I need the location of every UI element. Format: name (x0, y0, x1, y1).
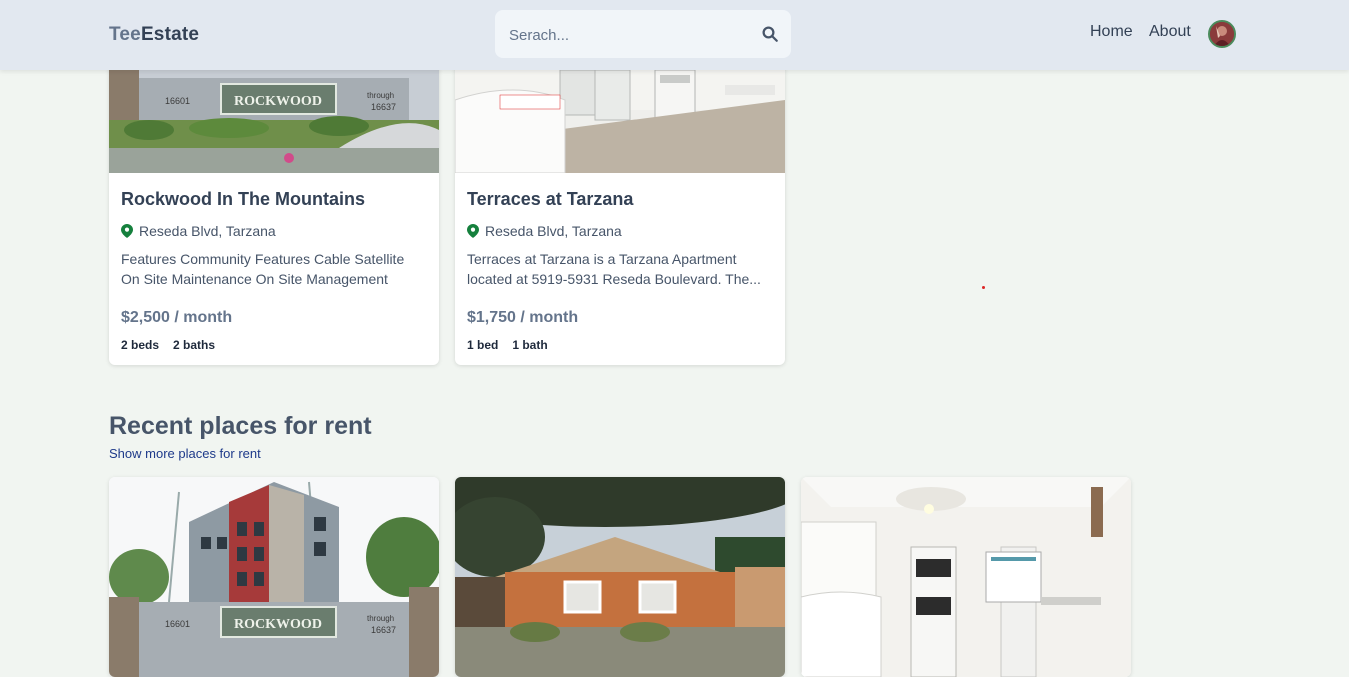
logo-part-1: Tee (109, 24, 141, 45)
svg-text:ROCKWOOD: ROCKWOOD (234, 617, 322, 632)
site-logo[interactable]: TeeEstate (109, 24, 199, 46)
show-more-recent-link[interactable]: Show more places for rent (109, 446, 261, 461)
listing-features: 2 beds 2 baths (121, 338, 215, 352)
listing-address: Reseda Blvd, Tarzana (121, 223, 276, 239)
listing-card[interactable]: Terraces at Tarzana Reseda Blvd, Tarzana… (455, 40, 785, 365)
location-pin-icon (467, 224, 479, 238)
svg-text:through: through (367, 614, 394, 623)
listing-price: $1,750 / month (467, 309, 579, 326)
search-icon[interactable] (761, 25, 779, 43)
listing-card[interactable]: ROCKWOOD 16601 through 16637 Rockwood In… (109, 40, 439, 365)
listing-beds: 1 bed (467, 338, 499, 352)
listing-address-text: Reseda Blvd, Tarzana (485, 223, 622, 239)
listing-title[interactable]: Terraces at Tarzana (467, 189, 633, 210)
listing-description: Terraces at Tarzana is a Tarzana Apartme… (467, 251, 761, 287)
svg-text:16637: 16637 (371, 102, 396, 112)
search-box (495, 10, 791, 58)
top-navbar: TeeEstate Home About (0, 0, 1349, 70)
listing-price: $2,500 / month (121, 309, 233, 326)
listing-baths: 2 baths (173, 338, 216, 352)
marker-dot (982, 286, 985, 289)
listing-card[interactable]: ROCKWOOD 16601 through 16637 (109, 477, 439, 677)
listing-image: ROCKWOOD 16601 through 16637 (109, 477, 439, 677)
svg-text:16637: 16637 (371, 625, 396, 635)
svg-text:ROCKWOOD: ROCKWOOD (234, 94, 322, 109)
svg-text:16601: 16601 (165, 619, 190, 629)
search-input[interactable] (507, 22, 751, 48)
location-pin-icon (121, 224, 133, 238)
listing-card[interactable] (801, 477, 1131, 677)
listing-baths: 1 bath (512, 338, 548, 352)
listing-address-text: Reseda Blvd, Tarzana (139, 223, 276, 239)
listing-image (455, 477, 785, 677)
listing-beds: 2 beds (121, 338, 160, 352)
listing-card[interactable] (455, 477, 785, 677)
user-avatar[interactable] (1208, 20, 1236, 48)
listing-image (801, 477, 1131, 677)
svg-text:16601: 16601 (165, 96, 190, 106)
listing-features: 1 bed 1 bath (467, 338, 548, 352)
logo-part-2: Estate (140, 24, 200, 45)
nav-about-link[interactable]: About (1149, 23, 1191, 41)
listing-description: Features Community Features Cable Satell… (121, 251, 405, 287)
nav-home-link[interactable]: Home (1090, 23, 1133, 41)
listing-address: Reseda Blvd, Tarzana (467, 223, 622, 239)
recent-section-title: Recent places for rent (109, 412, 372, 440)
svg-text:through: through (367, 91, 394, 100)
listing-title[interactable]: Rockwood In The Mountains (121, 189, 365, 210)
